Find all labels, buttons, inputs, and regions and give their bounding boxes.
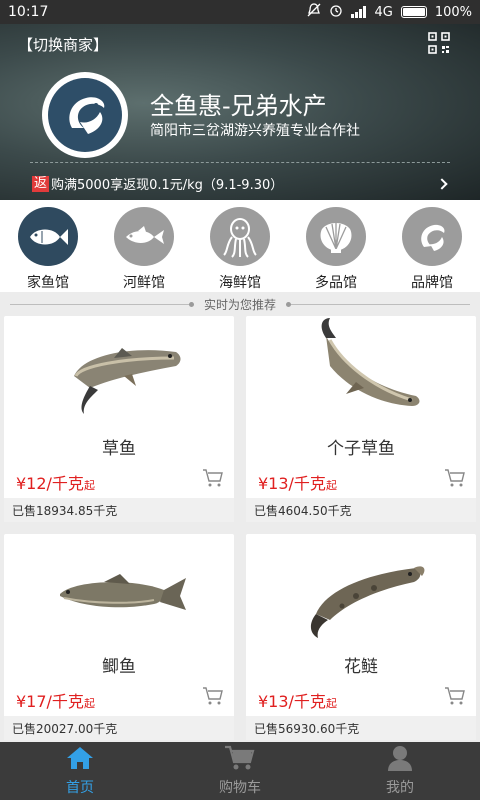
product-price: ¥17/千克起 bbox=[16, 688, 95, 712]
battery-icon bbox=[400, 6, 427, 18]
category-label: 品牌馆 bbox=[411, 275, 453, 291]
product-card[interactable]: 花鲢 ¥13/千克起 已售56930.60千克 bbox=[246, 534, 476, 740]
product-image bbox=[246, 534, 476, 642]
category-label: 家鱼馆 bbox=[27, 275, 69, 291]
promo-tag: 返 bbox=[32, 175, 50, 192]
shop-name: 全鱼惠-兄弟水产 bbox=[150, 92, 327, 120]
recommend-header: 实时为您推荐 bbox=[0, 292, 480, 316]
product-image bbox=[246, 316, 476, 424]
mute-icon bbox=[307, 3, 321, 21]
category-label: 河鲜馆 bbox=[123, 275, 165, 291]
product-name: 花鲢 bbox=[344, 657, 378, 677]
divider bbox=[286, 301, 471, 307]
promo-text: 购满5000享返现0.1元/kg（9.1-9.30） bbox=[51, 178, 284, 193]
sold-count: 已售4604.50千克 bbox=[246, 498, 476, 522]
sold-count: 已售20027.00千克 bbox=[4, 716, 234, 740]
signal-icon bbox=[351, 6, 367, 18]
product-card[interactable]: 个子草鱼 ¥13/千克起 已售4604.50千克 bbox=[246, 316, 476, 522]
product-price: ¥12/千克起 bbox=[16, 470, 95, 494]
add-to-cart-icon[interactable] bbox=[444, 468, 466, 488]
category-multi[interactable]: 多品馆 bbox=[288, 200, 384, 292]
product-name: 草鱼 bbox=[102, 439, 136, 459]
divider bbox=[10, 301, 194, 307]
nav-cart[interactable]: 购物车 bbox=[160, 742, 320, 800]
product-card[interactable]: 鲫鱼 ¥17/千克起 已售20027.00千克 bbox=[4, 534, 234, 740]
shop-logo bbox=[42, 72, 128, 158]
category-brand[interactable]: 品牌馆 bbox=[384, 200, 480, 292]
category-home-fish[interactable]: 家鱼馆 bbox=[0, 200, 96, 292]
alarm-icon bbox=[329, 3, 343, 21]
status-time: 10:17 bbox=[8, 4, 49, 20]
sold-count: 已售18934.85千克 bbox=[4, 498, 234, 522]
nav-home[interactable]: 首页 bbox=[0, 742, 160, 800]
price-value: ¥12/千克 bbox=[16, 474, 84, 493]
user-icon bbox=[386, 745, 414, 775]
bottom-nav: 首页 购物车 我的 bbox=[0, 742, 480, 800]
promo-banner[interactable]: 返 购满5000享返现0.1元/kg（9.1-9.30） bbox=[32, 174, 452, 193]
category-seafood[interactable]: 海鲜馆 bbox=[192, 200, 288, 292]
nav-profile[interactable]: 我的 bbox=[320, 742, 480, 800]
price-value: ¥13/千克 bbox=[258, 692, 326, 711]
product-image bbox=[4, 316, 234, 424]
product-grid: 草鱼 ¥12/千克起 已售18934.85千克 个子草鱼 ¥13/千克起 已售4… bbox=[4, 316, 476, 742]
category-label: 海鲜馆 bbox=[219, 275, 261, 291]
fish-icon bbox=[114, 207, 174, 266]
add-to-cart-icon[interactable] bbox=[202, 686, 224, 706]
product-price: ¥13/千克起 bbox=[258, 470, 337, 494]
price-value: ¥13/千克 bbox=[258, 474, 326, 493]
shop-header: 【切换商家】 全鱼惠-兄弟水产 简阳市三岔湖游兴养殖专业合作社 返 购满5000… bbox=[0, 24, 480, 200]
product-image bbox=[4, 534, 234, 642]
nav-label: 我的 bbox=[386, 780, 414, 796]
octopus-icon bbox=[210, 207, 270, 266]
sold-count: 已售56930.60千克 bbox=[246, 716, 476, 740]
nav-label: 购物车 bbox=[219, 780, 261, 796]
home-icon bbox=[65, 745, 95, 775]
add-to-cart-icon[interactable] bbox=[202, 468, 224, 488]
fish-icon bbox=[18, 207, 78, 266]
network-type: 4G bbox=[374, 4, 393, 20]
switch-merchant-button[interactable]: 【切换商家】 bbox=[18, 34, 108, 55]
status-bar: 10:17 4G 100% bbox=[0, 0, 480, 24]
price-suffix: 起 bbox=[83, 479, 95, 492]
price-suffix: 起 bbox=[325, 697, 337, 710]
battery-level: 100% bbox=[434, 4, 472, 20]
product-name: 个子草鱼 bbox=[327, 439, 395, 459]
category-label: 多品馆 bbox=[315, 275, 357, 291]
category-bar: 家鱼馆 河鲜馆 海鲜馆 多品馆 品牌馆 bbox=[0, 200, 480, 292]
price-value: ¥17/千克 bbox=[16, 692, 84, 711]
category-river[interactable]: 河鲜馆 bbox=[96, 200, 192, 292]
qr-code-icon[interactable] bbox=[428, 32, 450, 54]
brand-icon bbox=[402, 207, 462, 266]
product-price: ¥13/千克起 bbox=[258, 688, 337, 712]
product-name: 鲫鱼 bbox=[102, 657, 136, 677]
price-suffix: 起 bbox=[83, 697, 95, 710]
shop-subtitle: 简阳市三岔湖游兴养殖专业合作社 bbox=[150, 123, 360, 139]
recommend-title: 实时为您推荐 bbox=[204, 297, 277, 312]
add-to-cart-icon[interactable] bbox=[444, 686, 466, 706]
price-suffix: 起 bbox=[325, 479, 337, 492]
product-card[interactable]: 草鱼 ¥12/千克起 已售18934.85千克 bbox=[4, 316, 234, 522]
shell-icon bbox=[306, 207, 366, 266]
nav-label: 首页 bbox=[66, 780, 94, 796]
cart-icon bbox=[224, 745, 256, 775]
divider bbox=[30, 162, 450, 163]
chevron-right-icon bbox=[436, 177, 448, 190]
